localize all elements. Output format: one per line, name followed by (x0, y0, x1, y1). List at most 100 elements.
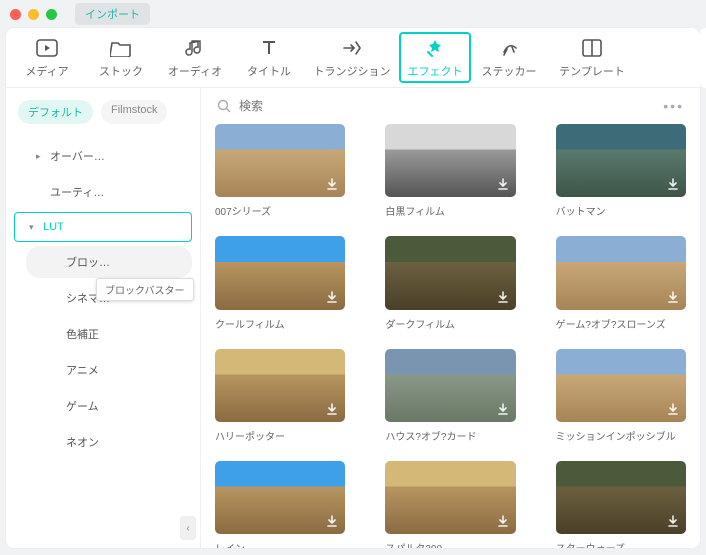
download-icon[interactable] (323, 400, 341, 418)
download-icon[interactable] (323, 175, 341, 193)
close-icon[interactable] (10, 9, 21, 20)
download-icon[interactable] (664, 400, 682, 418)
download-icon[interactable] (494, 175, 512, 193)
thumbnail-grid: 007シリーズ 白黒フィルムバットマンクールフィルム ダークフィルム ゲーム?オブ?ス… (201, 124, 700, 548)
sidebar: デフォルト Filmstock ▸ オーバー… ユーティ… ▾ LUT ブロッ… ブ… (6, 88, 201, 548)
thumbnail (385, 236, 515, 309)
tree-label: 色補正 (66, 326, 99, 342)
effect-card[interactable]: ハリーポッター (215, 349, 345, 443)
side-panel-peek (700, 28, 706, 88)
card-label: スパルタ300 (385, 540, 515, 548)
tree-label: オーバー… (50, 148, 105, 164)
toolbar: メディア ストック オーディオ タイトル トランジション エフェクト ステッカー (6, 28, 700, 88)
tab-template[interactable]: テンプレート (547, 32, 637, 83)
effect-card[interactable]: ミッションインポッシブル (556, 349, 686, 443)
tooltip: ブロックバスター (96, 278, 194, 301)
card-label: ゲーム?オブ?スローンズ (556, 316, 686, 331)
minimize-icon[interactable] (28, 9, 39, 20)
effect-card[interactable]: スターウォーズ (556, 461, 686, 548)
thumbnail (556, 236, 686, 309)
thumbnail (215, 349, 345, 422)
download-icon[interactable] (664, 175, 682, 193)
card-label: クールフィルム (215, 316, 345, 331)
card-label: バットマン (556, 203, 686, 218)
tree-neon[interactable]: ネオン (26, 426, 192, 458)
toolbar-label: メディア (25, 63, 68, 79)
chevron-right-icon: ▸ (36, 151, 44, 162)
tab-stock[interactable]: ストック (85, 32, 157, 83)
effect-icon (424, 37, 446, 59)
download-icon[interactable] (494, 512, 512, 530)
effect-card[interactable]: クールフィルム (215, 236, 345, 330)
thumbnail (385, 461, 515, 534)
tab-default[interactable]: デフォルト (18, 100, 93, 124)
effect-card[interactable]: ハウス?オブ?カード (385, 349, 515, 443)
chevron-down-icon: ▾ (29, 222, 37, 233)
toolbar-label: トランジション (314, 63, 391, 79)
tab-sticker[interactable]: ステッカー (473, 32, 545, 83)
main-panel: メディア ストック オーディオ タイトル トランジション エフェクト ステッカー (6, 28, 700, 548)
tab-transition[interactable]: トランジション (307, 32, 397, 83)
titlebar: インポート (0, 0, 706, 28)
card-label: スターウォーズ (556, 540, 686, 548)
tab-effect[interactable]: エフェクト (399, 32, 471, 83)
toolbar-label: ストック (99, 63, 143, 79)
thumbnail (215, 461, 345, 534)
card-label: 007シリーズ (215, 203, 345, 218)
effect-card[interactable]: バットマン (556, 124, 686, 218)
tree-game[interactable]: ゲーム (26, 390, 192, 422)
download-icon[interactable] (323, 512, 341, 530)
collapse-sidebar-button[interactable]: ‹ (180, 516, 196, 540)
card-label: ハリーポッター (215, 428, 345, 443)
download-icon[interactable] (494, 288, 512, 306)
import-button[interactable]: インポート (75, 3, 150, 25)
tree-label: ゲーム (66, 398, 99, 414)
download-icon[interactable] (323, 288, 341, 306)
download-icon[interactable] (494, 400, 512, 418)
thumbnail (385, 349, 515, 422)
effect-card[interactable]: 白黒フィルム (385, 124, 515, 218)
tab-filmstock[interactable]: Filmstock (101, 100, 167, 124)
maximize-icon[interactable] (46, 9, 57, 20)
tree-label: LUT (43, 221, 64, 233)
tab-title[interactable]: タイトル (233, 32, 305, 83)
sticker-icon (498, 37, 520, 59)
toolbar-label: タイトル (247, 63, 291, 79)
tab-audio[interactable]: オーディオ (159, 32, 231, 83)
download-icon[interactable] (664, 288, 682, 306)
template-icon (581, 37, 603, 59)
card-label: ミッションインポッシブル (556, 428, 686, 443)
thumbnail (556, 124, 686, 197)
tree-label: アニメ (66, 362, 99, 378)
effect-card[interactable]: レイン (215, 461, 345, 548)
download-icon[interactable] (664, 512, 682, 530)
effect-card[interactable]: 007シリーズ (215, 124, 345, 218)
tree-block[interactable]: ブロッ… ブロックバスター (26, 246, 192, 278)
tree-anime[interactable]: アニメ (26, 354, 192, 386)
tree-label: ネオン (66, 434, 99, 450)
thumbnail (215, 124, 345, 197)
search-input[interactable] (239, 99, 655, 113)
thumbnail (556, 349, 686, 422)
card-label: ダークフィルム (385, 316, 515, 331)
tree-overlay[interactable]: ▸ オーバー… (26, 140, 192, 172)
effect-card[interactable]: ゲーム?オブ?スローンズ (556, 236, 686, 330)
folder-icon (110, 37, 132, 59)
effect-card[interactable]: スパルタ300 (385, 461, 515, 548)
card-label: レイン (215, 540, 345, 548)
transition-icon (341, 37, 363, 59)
category-tree: ▸オーバー… ユーティ… ▾LUT ブロッ… ブロックバスター シネマ… 色補正… (6, 132, 200, 548)
tree-color[interactable]: 色補正 (26, 318, 192, 350)
toolbar-label: テンプレート (559, 63, 625, 79)
tree-utility[interactable]: ユーティ… (26, 176, 192, 208)
sidebar-tabs: デフォルト Filmstock (6, 88, 200, 132)
tree-lut[interactable]: ▾ LUT (14, 212, 192, 242)
tree-label: ユーティ… (50, 184, 104, 200)
search-row: ••• (201, 88, 700, 124)
window-controls (10, 9, 57, 20)
tab-media[interactable]: メディア (11, 32, 83, 83)
effect-card[interactable]: ダークフィルム (385, 236, 515, 330)
more-icon[interactable]: ••• (663, 98, 684, 114)
toolbar-label: オーディオ (168, 63, 222, 79)
toolbar-label: エフェクト (408, 63, 463, 79)
